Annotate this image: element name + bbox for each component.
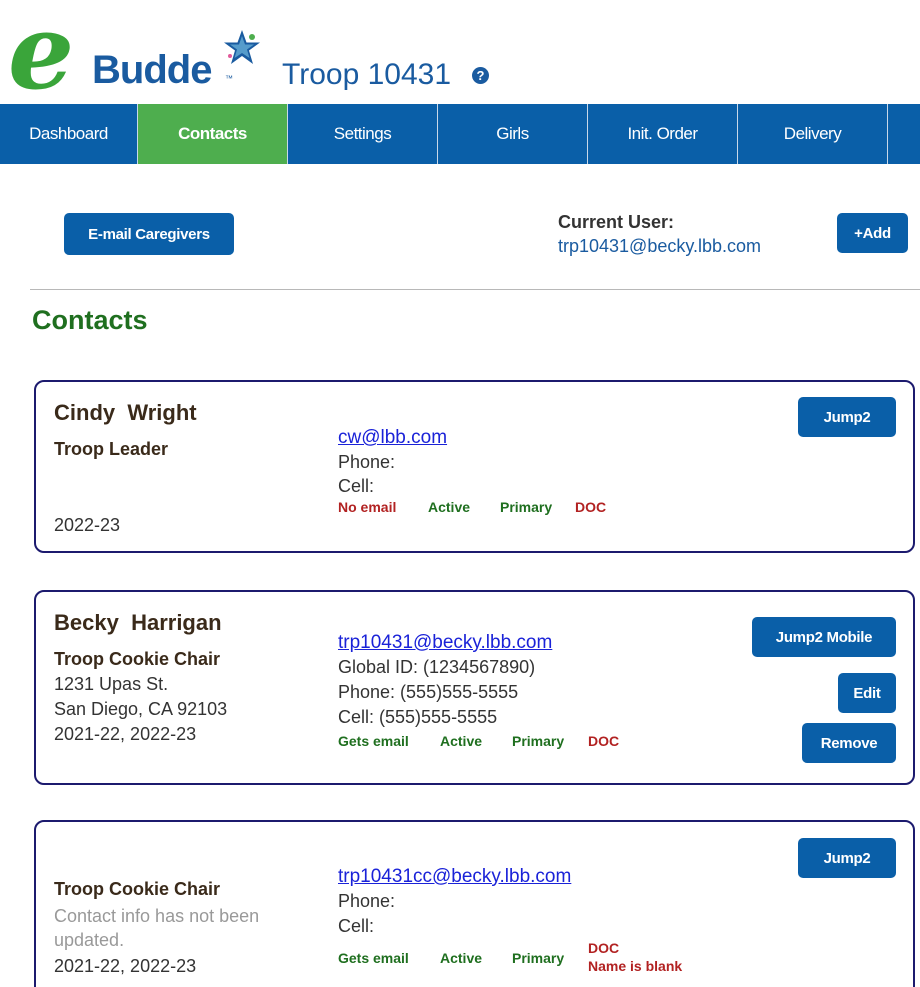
- contact-email-link[interactable]: trp10431cc@becky.lbb.com: [338, 866, 571, 888]
- doc-tag: DOC: [588, 733, 620, 749]
- email-status-tag: Gets email: [338, 733, 409, 749]
- nav-init-order[interactable]: Init. Order: [588, 104, 738, 164]
- nav-settings[interactable]: Settings: [288, 104, 438, 164]
- primary-tag: Primary: [512, 733, 565, 749]
- header: e Budde ™ Troop 10431 ?: [0, 0, 920, 104]
- contact-phone: Phone:: [338, 891, 396, 911]
- contact-role: Troop Cookie Chair: [54, 649, 221, 669]
- active-tag: Active: [428, 499, 471, 515]
- active-tag: Active: [440, 950, 483, 966]
- nav-overflow: [888, 104, 920, 164]
- logo-wordmark: Budde: [92, 48, 212, 92]
- contact-last-name: Harrigan: [131, 610, 222, 635]
- contact-years: 2021-22, 2022-23: [54, 724, 197, 744]
- ebudde-logo[interactable]: e Budde ™: [8, 0, 260, 113]
- contact-first-name: Cindy: [54, 400, 116, 425]
- page-title: Contacts: [32, 305, 148, 335]
- jump2-button[interactable]: Jump2: [798, 397, 896, 437]
- contact-years: 2021-22, 2022-23: [54, 956, 197, 976]
- contact-cell: Cell: (555)555-5555: [338, 707, 498, 727]
- nav-contacts[interactable]: Contacts: [138, 104, 288, 164]
- star-icon: [224, 30, 260, 64]
- contact-name: Becky Harrigan: [54, 610, 222, 636]
- doc-tag: DOC: [575, 499, 607, 515]
- contact-first-name: Becky: [54, 610, 119, 635]
- contact-years: 2022-23: [54, 515, 121, 535]
- contact-card-unnamed: Troop Cookie Chair Contact info has not …: [34, 820, 915, 987]
- add-contact-button[interactable]: +Add: [837, 213, 908, 253]
- jump2-mobile-button[interactable]: Jump2 Mobile: [752, 617, 896, 657]
- remove-button[interactable]: Remove: [802, 723, 896, 763]
- logo-e-mark: e: [8, 0, 74, 113]
- main-nav: Dashboard Contacts Settings Girls Init. …: [0, 104, 920, 164]
- primary-tag: Primary: [512, 950, 565, 966]
- nav-delivery[interactable]: Delivery: [738, 104, 888, 164]
- contact-last-name: Wright: [127, 400, 197, 425]
- jump2-button[interactable]: Jump2: [798, 838, 896, 878]
- doc-tag: DOC: [588, 940, 620, 956]
- contact-cell: Cell:: [338, 916, 375, 936]
- nav-girls[interactable]: Girls: [438, 104, 588, 164]
- contact-address-line2: San Diego, CA 92103: [54, 699, 228, 719]
- email-status-tag: Gets email: [338, 950, 409, 966]
- troop-title: Troop 10431: [282, 58, 452, 91]
- email-status-tag: No email: [338, 499, 397, 515]
- contact-address-line1: 1231 Upas St.: [54, 674, 169, 694]
- contact-role: Troop Leader: [54, 439, 169, 459]
- help-icon[interactable]: ?: [472, 67, 489, 84]
- contact-email-link[interactable]: cw@lbb.com: [338, 427, 447, 449]
- contact-card-cindy-wright: Cindy Wright Troop Leader 2022-23 cw@lbb…: [34, 380, 915, 553]
- contact-role: Troop Cookie Chair: [54, 879, 221, 899]
- contact-phone: Phone:: [338, 452, 396, 472]
- contact-note: Contact info has not been updated.: [54, 906, 260, 950]
- contact-name: Cindy Wright: [54, 400, 197, 426]
- current-user-email: trp10431@becky.lbb.com: [558, 236, 762, 256]
- name-blank-warning: Name is blank: [588, 958, 683, 974]
- divider: [30, 289, 920, 290]
- email-caregivers-button[interactable]: E-mail Caregivers: [64, 213, 234, 255]
- contact-email-link[interactable]: trp10431@becky.lbb.com: [338, 632, 552, 654]
- edit-button[interactable]: Edit: [838, 673, 896, 713]
- contact-global-id: Global ID: (1234567890): [338, 657, 536, 677]
- current-user-label: Current User:: [558, 212, 675, 232]
- contact-phone: Phone: (555)555-5555: [338, 682, 519, 702]
- active-tag: Active: [440, 733, 483, 749]
- nav-dashboard[interactable]: Dashboard: [0, 104, 138, 164]
- primary-tag: Primary: [500, 499, 553, 515]
- contact-card-becky-harrigan: Becky Harrigan Troop Cookie Chair 1231 U…: [34, 590, 915, 785]
- contact-cell: Cell:: [338, 476, 375, 496]
- logo-trademark: ™: [225, 74, 233, 83]
